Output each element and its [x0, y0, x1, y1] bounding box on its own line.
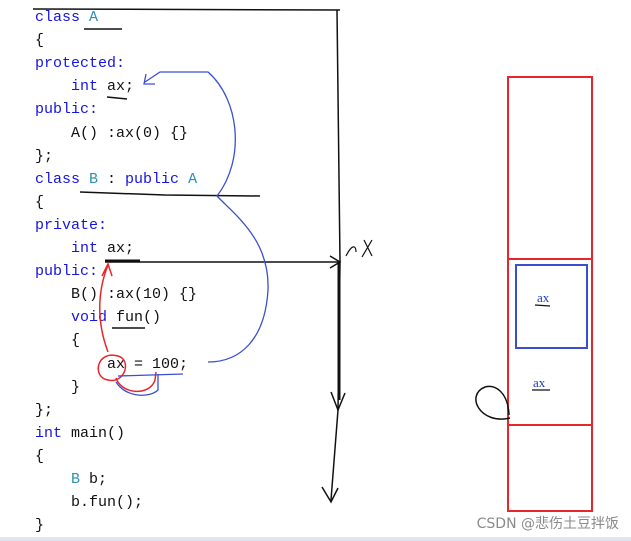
vertical-axis	[330, 9, 341, 501]
class-b-underline	[79, 191, 261, 197]
arrow-down-icon	[321, 486, 339, 504]
bottom-bar	[0, 537, 631, 541]
axis-x-mark	[345, 239, 373, 258]
base-a-box	[515, 264, 588, 349]
object-b-box	[507, 76, 593, 512]
blue-curve	[207, 195, 269, 363]
watermark: CSDN @悲伤土豆拌饭	[476, 516, 619, 532]
pointer-loop	[475, 385, 511, 420]
arrow-up-icon	[101, 262, 113, 277]
red-arrow	[99, 264, 109, 353]
diagram-canvas: class A{protected: int ax; public: A() :a…	[0, 0, 631, 541]
top-rule	[32, 8, 341, 11]
ax-underline	[106, 96, 128, 100]
red-circle-ax	[97, 354, 127, 382]
blue-arrow-inherit	[144, 71, 236, 197]
blue-underline	[117, 373, 184, 377]
outer-label: ax	[533, 375, 546, 390]
inner-box-label: ax	[537, 290, 550, 305]
annotation-drawing	[32, 8, 593, 512]
